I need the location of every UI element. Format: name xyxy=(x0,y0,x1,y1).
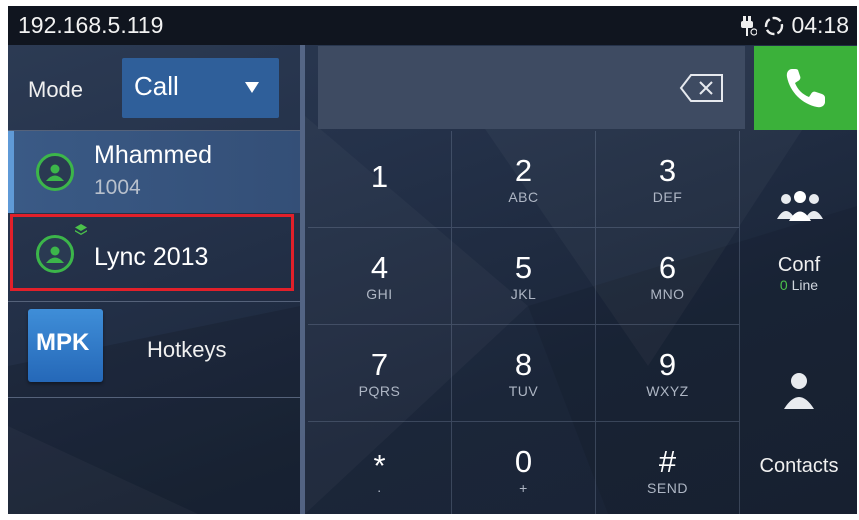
call-button[interactable] xyxy=(754,46,857,130)
conf-count: 0 xyxy=(779,277,788,293)
mpk-hotkeys[interactable]: MPK Hotkeys xyxy=(8,303,300,398)
mode-row: Mode Call xyxy=(8,45,300,130)
conference-icon xyxy=(774,189,826,228)
phone-icon xyxy=(786,69,825,108)
mode-dropdown[interactable]: Call xyxy=(122,58,279,118)
mpk-badge: MPK xyxy=(36,329,90,356)
contact-icon xyxy=(783,371,815,416)
key-0[interactable]: 0 + xyxy=(452,422,596,514)
panel-divider xyxy=(300,45,305,514)
key-hash[interactable]: # SEND xyxy=(596,422,740,514)
account-ext: 1004 xyxy=(94,176,141,199)
key-5[interactable]: 5 JKL xyxy=(452,228,596,325)
conf-lines: 0 Line xyxy=(741,277,857,293)
backspace-icon[interactable] xyxy=(679,73,725,103)
key-9[interactable]: 9 WXYZ xyxy=(596,325,740,422)
divider xyxy=(8,397,300,398)
key-star[interactable]: * · xyxy=(308,422,452,514)
account-name: Mhammed xyxy=(94,141,213,169)
status-bar: 192.168.5.119 04:18 xyxy=(8,6,857,45)
contacts-button[interactable]: Contacts xyxy=(741,325,857,514)
key-6[interactable]: 6 MNO xyxy=(596,228,740,325)
sync-icon xyxy=(763,15,785,37)
mode-value: Call xyxy=(134,71,179,101)
key-1[interactable]: 1 xyxy=(308,131,452,228)
highlight-box xyxy=(10,214,294,291)
phone-screen: 192.168.5.119 04:18 Mode Call Mhammed 10… xyxy=(8,6,857,514)
selected-indicator xyxy=(8,131,14,213)
key-4[interactable]: 4 GHI xyxy=(308,228,452,325)
divider xyxy=(8,301,300,302)
conf-text: Conf 0 Line xyxy=(741,254,857,293)
key-2[interactable]: 2 ABC xyxy=(452,131,596,228)
hotkeys-label: Hotkeys xyxy=(147,337,227,362)
conf-label: Conf xyxy=(777,254,821,276)
clock: 04:18 xyxy=(791,12,849,38)
mode-label: Mode xyxy=(28,77,84,102)
conf-unit: Line xyxy=(787,277,819,293)
mpk-icon: MPK xyxy=(28,309,103,382)
contacts-label: Contacts xyxy=(759,455,839,477)
ip-address: 192.168.5.119 xyxy=(18,12,164,38)
key-8[interactable]: 8 TUV xyxy=(452,325,596,422)
usb-icon xyxy=(737,15,758,37)
conf-button[interactable]: Conf 0 Line xyxy=(741,131,857,325)
key-7[interactable]: 7 PQRS xyxy=(308,325,452,422)
number-input[interactable] xyxy=(318,46,745,129)
account-panel: Mode Call Mhammed 1004 Lync 2013 MPK Hot… xyxy=(8,45,300,514)
account-mhammed[interactable]: Mhammed 1004 xyxy=(8,131,300,213)
key-3[interactable]: 3 DEF xyxy=(596,131,740,228)
avatar-icon xyxy=(36,153,74,191)
chevron-down-icon xyxy=(245,82,259,93)
status-right: 04:18 xyxy=(737,12,849,39)
